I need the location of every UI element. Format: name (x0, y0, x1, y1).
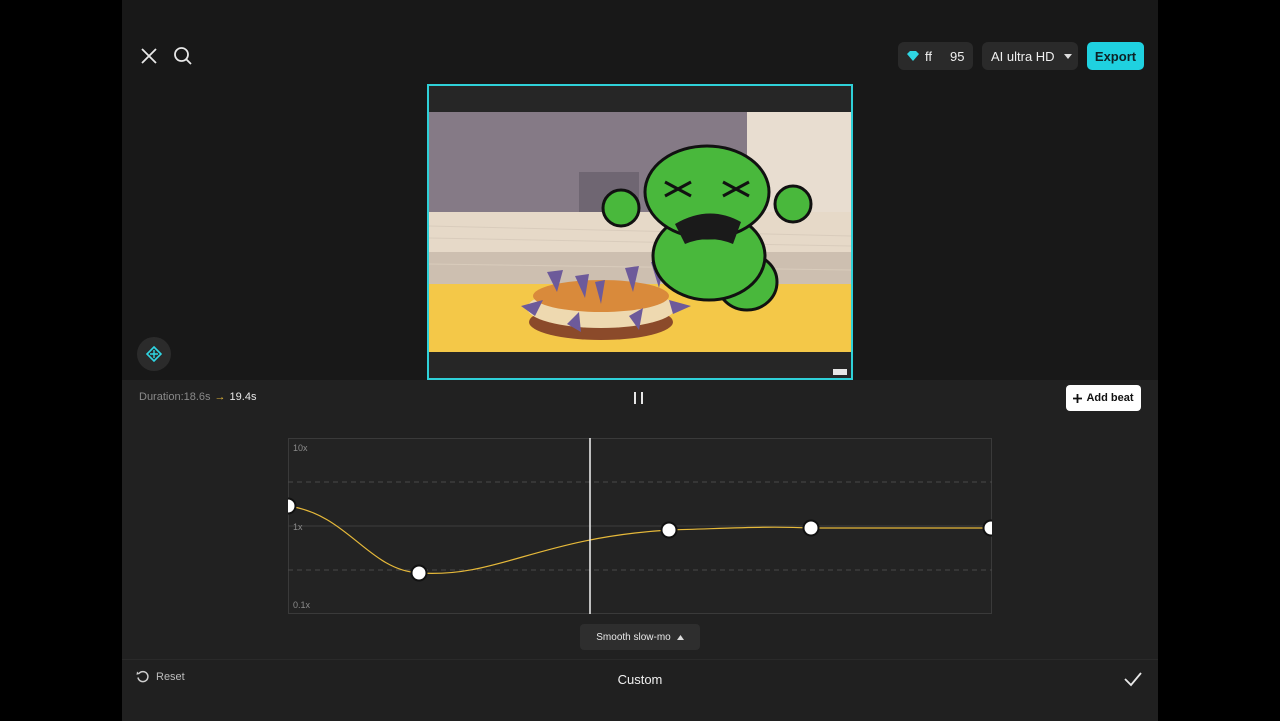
graph-label-max: 10x (293, 443, 308, 453)
top-area: ff 95 AI ultra HD Export (122, 0, 1158, 380)
credits-pill[interactable]: ff 95 (898, 42, 973, 70)
curve-point (802, 519, 820, 537)
export-button[interactable]: Export (1087, 42, 1144, 70)
graph-label-min: 0.1x (293, 600, 311, 610)
video-preview[interactable] (427, 84, 853, 380)
video-frame (429, 86, 851, 378)
curve-point (410, 564, 428, 582)
search-icon[interactable] (170, 43, 196, 69)
close-icon[interactable] (136, 43, 162, 69)
quality-dropdown[interactable]: AI ultra HD (982, 42, 1078, 70)
graph-label-mid: 1x (293, 522, 303, 532)
duration-label: Duration:18.6s (139, 391, 211, 403)
curve-point (982, 519, 992, 537)
mode-title: Custom (617, 672, 663, 687)
caret-down-icon (1063, 53, 1072, 59)
add-beat-button[interactable]: Add beat (1066, 385, 1141, 411)
caret-up-icon (676, 634, 684, 640)
preset-dropdown[interactable]: Smooth slow-mo (580, 624, 700, 650)
check-icon[interactable] (1122, 668, 1144, 690)
keyframe-button[interactable] (137, 337, 171, 371)
curve-point (288, 497, 297, 515)
credits-label: ff (925, 48, 932, 64)
keyframe-icon (146, 346, 162, 362)
arrow-right-icon: → (214, 391, 226, 403)
new-duration: 19.4s (229, 391, 257, 403)
plus-icon (1073, 393, 1083, 403)
curve-point (660, 521, 678, 539)
add-beat-label: Add beat (1086, 392, 1134, 404)
speed-editor: ff 95 AI ultra HD Export Duration:18.6s … (122, 0, 1158, 721)
quality-label: AI ultra HD (991, 48, 1055, 64)
pause-icon[interactable] (634, 392, 644, 404)
bottom-bar: Reset Custom (122, 659, 1158, 721)
preset-label: Smooth slow-mo (596, 631, 671, 643)
duration-readout: Duration:18.6s → 19.4s (139, 391, 256, 403)
credits-value: 95 (950, 48, 965, 64)
diamond-icon (907, 51, 919, 61)
speed-curve-graph[interactable] (288, 438, 992, 614)
